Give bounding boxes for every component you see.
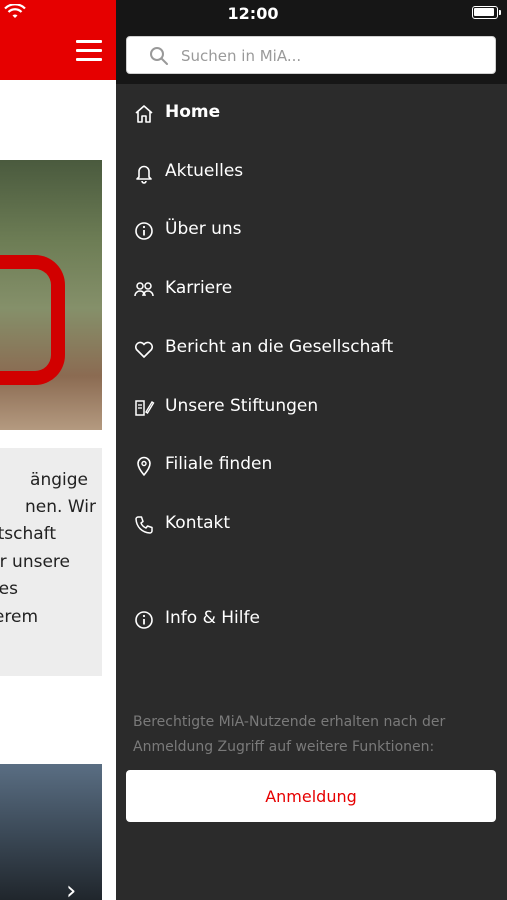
nav-item-ueber-uns[interactable]: Über uns	[116, 206, 507, 256]
text-line: tschaft	[0, 524, 56, 544]
wifi-icon	[4, 4, 26, 18]
people-icon	[134, 282, 154, 297]
intro-text-card: ängige nen. Wir tschaft r unsere es erem	[0, 448, 102, 676]
nav-item-stiftungen[interactable]: Unsere Stiftungen	[116, 383, 507, 433]
text-line: ängige	[30, 470, 88, 490]
nav-item-info-hilfe[interactable]: Info & Hilfe	[116, 595, 507, 645]
info-icon	[135, 222, 153, 240]
nav-label: Bericht an die Gesellschaft	[165, 337, 394, 357]
search-icon	[150, 47, 168, 65]
app-header	[0, 0, 116, 80]
login-info-text: Berechtigte MiA-Nutzende erhalten nach d…	[133, 714, 446, 755]
news-photo	[0, 764, 102, 900]
background-page: ängige nen. Wir tschaft r unsere es erem…	[0, 0, 116, 900]
brush-icon	[135, 400, 155, 416]
text-line: r unsere	[0, 552, 70, 572]
location-pin-icon	[137, 456, 151, 476]
nav-label: Unsere Stiftungen	[165, 396, 319, 416]
info-icon	[135, 611, 153, 629]
battery-icon	[472, 6, 501, 19]
header-photo	[0, 160, 102, 430]
navigation-drawer: Home Aktuelles Über uns Karriere Bericht…	[116, 0, 507, 900]
nav-label: Über uns	[165, 219, 242, 239]
nav-label: Kontakt	[165, 513, 231, 533]
nav-label: Home	[165, 102, 221, 122]
nav-label: Karriere	[165, 278, 233, 298]
search-bar[interactable]	[126, 36, 496, 74]
nav-item-kontakt[interactable]: Kontakt	[116, 500, 507, 550]
drawer-header	[116, 0, 507, 84]
text-line: erem	[0, 607, 38, 627]
nav-label: Info & Hilfe	[165, 608, 260, 628]
search-input[interactable]	[181, 45, 481, 67]
login-button[interactable]: Anmeldung	[126, 770, 496, 822]
nav-item-aktuelles[interactable]: Aktuelles	[116, 148, 507, 198]
chevron-right-icon[interactable]: ›	[66, 876, 76, 900]
status-time: 12:00	[227, 4, 279, 23]
home-icon	[135, 105, 153, 123]
logo-sign-image	[0, 255, 65, 385]
nav-label: Aktuelles	[165, 161, 244, 181]
nav-item-filiale[interactable]: Filiale finden	[116, 441, 507, 491]
bell-icon	[136, 165, 152, 184]
nav-item-home[interactable]: Home	[116, 89, 507, 139]
nav-label: Filiale finden	[165, 454, 273, 474]
phone-icon	[135, 516, 153, 534]
menu-icon[interactable]	[76, 40, 102, 62]
heart-icon	[134, 341, 154, 358]
nav-item-bericht[interactable]: Bericht an die Gesellschaft	[116, 324, 507, 374]
text-line: nen. Wir	[25, 497, 96, 517]
nav-item-karriere[interactable]: Karriere	[116, 265, 507, 315]
text-line: es	[0, 579, 18, 599]
